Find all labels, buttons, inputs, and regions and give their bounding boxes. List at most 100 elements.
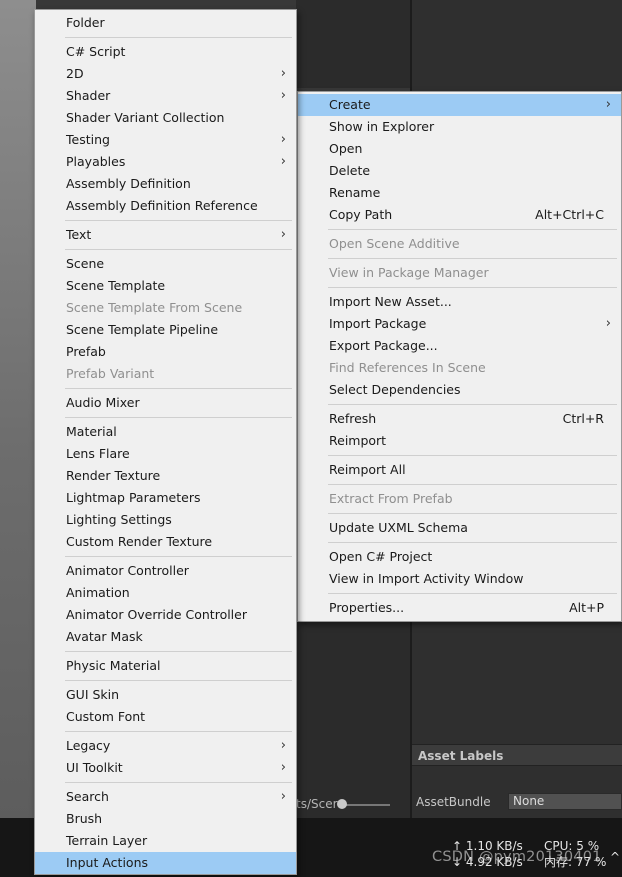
create-item-avatar-mask[interactable]: Avatar Mask — [35, 626, 296, 648]
assets-item-view-in-package-manager: View in Package Manager — [298, 262, 621, 284]
create-item-audio-mixer[interactable]: Audio Mixer — [35, 392, 296, 414]
assets-item-open-c-project[interactable]: Open C# Project — [298, 546, 621, 568]
create-item-text[interactable]: Text › — [35, 224, 296, 246]
chevron-right-icon: › — [280, 760, 286, 775]
menu-item-label: Shader Variant Collection — [66, 110, 225, 125]
create-item-animation[interactable]: Animation — [35, 582, 296, 604]
menu-item-label: Lens Flare — [66, 446, 130, 461]
create-item-assembly-definition-reference[interactable]: Assembly Definition Reference — [35, 195, 296, 217]
assets-item-view-in-import-activity-window[interactable]: View in Import Activity Window — [298, 568, 621, 590]
assets-item-open-scene-additive: Open Scene Additive — [298, 233, 621, 255]
create-item-folder[interactable]: Folder — [35, 12, 296, 34]
create-item-animator-override-controller[interactable]: Animator Override Controller — [35, 604, 296, 626]
menu-item-label: Avatar Mask — [66, 629, 143, 644]
assets-item-import-package[interactable]: Import Package › — [298, 313, 621, 335]
chevron-right-icon: › — [280, 738, 286, 753]
menu-item-label: Input Actions — [66, 855, 149, 870]
assets-item-reimport-all[interactable]: Reimport All — [298, 459, 621, 481]
menu-separator — [328, 542, 617, 543]
create-item-ui-toolkit[interactable]: UI Toolkit › — [35, 757, 296, 779]
menu-item-label: Animation — [66, 585, 130, 600]
create-item-gui-skin[interactable]: GUI Skin — [35, 684, 296, 706]
assets-item-refresh[interactable]: Refresh Ctrl+R — [298, 408, 621, 430]
create-item-physic-material[interactable]: Physic Material — [35, 655, 296, 677]
menu-item-label: Rename — [329, 185, 381, 200]
menu-separator — [328, 513, 617, 514]
create-item-render-texture[interactable]: Render Texture — [35, 465, 296, 487]
scene-view[interactable] — [0, 0, 36, 818]
create-item-2d[interactable]: 2D › — [35, 63, 296, 85]
create-item-scene[interactable]: Scene — [35, 253, 296, 275]
create-item-lens-flare[interactable]: Lens Flare — [35, 443, 296, 465]
expand-chevron-icon[interactable]: ^ — [610, 850, 620, 864]
create-item-scene-template-pipeline[interactable]: Scene Template Pipeline — [35, 319, 296, 341]
create-item-brush[interactable]: Brush — [35, 808, 296, 830]
menu-item-label: Refresh — [329, 411, 377, 426]
menu-item-label: Text — [66, 227, 92, 242]
create-item-material[interactable]: Material — [35, 421, 296, 443]
menu-item-label: Scene Template Pipeline — [66, 322, 219, 337]
menu-separator — [328, 404, 617, 405]
create-item-c-script[interactable]: C# Script — [35, 41, 296, 63]
assets-item-show-in-explorer[interactable]: Show in Explorer — [298, 116, 621, 138]
menu-item-shortcut: Alt+Ctrl+C — [535, 207, 604, 222]
create-item-scene-template-from-scene: Scene Template From Scene — [35, 297, 296, 319]
create-item-animator-controller[interactable]: Animator Controller — [35, 560, 296, 582]
create-item-terrain-layer[interactable]: Terrain Layer — [35, 830, 296, 852]
chevron-right-icon: › — [280, 227, 286, 242]
watermark: CSDN @pym20130401 — [432, 849, 602, 865]
assetbundle-label: AssetBundle — [416, 795, 491, 809]
menu-separator — [65, 388, 292, 389]
create-item-custom-font[interactable]: Custom Font — [35, 706, 296, 728]
assets-item-copy-path[interactable]: Copy Path Alt+Ctrl+C — [298, 204, 621, 226]
create-item-assembly-definition[interactable]: Assembly Definition — [35, 173, 296, 195]
assetbundle-dropdown[interactable]: None — [508, 793, 622, 810]
icon-size-slider-handle[interactable] — [337, 799, 347, 809]
create-item-shader[interactable]: Shader › — [35, 85, 296, 107]
icon-size-slider-track[interactable] — [340, 804, 390, 806]
menu-item-label: GUI Skin — [66, 687, 120, 702]
create-item-search[interactable]: Search › — [35, 786, 296, 808]
create-item-custom-render-texture[interactable]: Custom Render Texture — [35, 531, 296, 553]
create-item-prefab[interactable]: Prefab — [35, 341, 296, 363]
chevron-right-icon: › — [605, 316, 611, 331]
assetbundle-row: AssetBundle None — [412, 792, 622, 812]
create-item-input-actions[interactable]: Input Actions — [35, 852, 296, 874]
menu-item-label: Shader — [66, 88, 111, 103]
create-item-shader-variant-collection[interactable]: Shader Variant Collection — [35, 107, 296, 129]
assets-item-open[interactable]: Open — [298, 138, 621, 160]
create-item-playables[interactable]: Playables › — [35, 151, 296, 173]
menu-item-label: UI Toolkit — [66, 760, 123, 775]
assets-item-rename[interactable]: Rename — [298, 182, 621, 204]
assets-item-delete[interactable]: Delete — [298, 160, 621, 182]
assets-item-reimport[interactable]: Reimport — [298, 430, 621, 452]
menu-item-label: Testing — [66, 132, 110, 147]
menu-item-label: Copy Path — [329, 207, 393, 222]
menu-separator — [65, 731, 292, 732]
assets-item-create[interactable]: Create › — [298, 94, 621, 116]
menu-separator — [65, 782, 292, 783]
create-item-testing[interactable]: Testing › — [35, 129, 296, 151]
menu-item-label: Assembly Definition — [66, 176, 191, 191]
chevron-right-icon: › — [280, 88, 286, 103]
assets-item-update-uxml-schema[interactable]: Update UXML Schema — [298, 517, 621, 539]
menu-item-label: Animator Controller — [66, 563, 189, 578]
assets-item-export-package[interactable]: Export Package... — [298, 335, 621, 357]
menu-item-label: Open C# Project — [329, 549, 433, 564]
assets-item-select-dependencies[interactable]: Select Dependencies — [298, 379, 621, 401]
menu-separator — [65, 651, 292, 652]
create-item-lightmap-parameters[interactable]: Lightmap Parameters — [35, 487, 296, 509]
create-item-scene-template[interactable]: Scene Template — [35, 275, 296, 297]
assets-item-import-new-asset[interactable]: Import New Asset... — [298, 291, 621, 313]
menu-separator — [328, 229, 617, 230]
project-panel-top — [296, 0, 410, 88]
project-panel-area — [296, 622, 410, 818]
create-item-legacy[interactable]: Legacy › — [35, 735, 296, 757]
assets-item-properties[interactable]: Properties... Alt+P — [298, 597, 621, 619]
menu-item-label: View in Package Manager — [329, 265, 489, 280]
menu-item-label: Reimport All — [329, 462, 406, 477]
create-item-lighting-settings[interactable]: Lighting Settings — [35, 509, 296, 531]
chevron-right-icon: › — [280, 132, 286, 147]
menu-item-label: Open — [329, 141, 363, 156]
menu-item-label: Reimport — [329, 433, 387, 448]
